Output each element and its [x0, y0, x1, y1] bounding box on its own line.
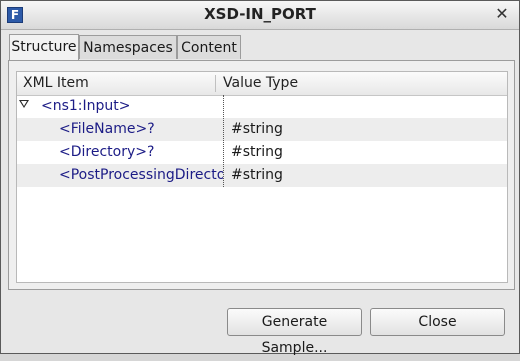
triangle-down-icon[interactable] [19, 100, 29, 108]
tree-row[interactable]: <ns1:Input> [17, 95, 507, 118]
column-divider [223, 95, 224, 187]
column-header-xml-item[interactable]: XML Item [23, 72, 89, 95]
tree-header: XML Item Value Type [17, 72, 507, 96]
tree-row[interactable]: <FileName>? #string [17, 118, 507, 141]
tree-item-label: <PostProcessingDirecto [59, 167, 223, 183]
tree-item-label: <ns1:Input> [41, 98, 131, 114]
tab-content[interactable]: Content [177, 35, 241, 59]
generate-sample-button[interactable]: Generate Sample... [227, 308, 362, 356]
structure-panel: XML Item Value Type <ns1:Input> <FileNam… [8, 60, 515, 290]
tree-row[interactable]: <PostProcessingDirecto #string [17, 164, 507, 187]
tree-row[interactable]: <Directory>? #string [17, 141, 507, 164]
value-type-label: #string [231, 167, 283, 183]
column-header-value-type[interactable]: Value Type [223, 72, 298, 95]
value-type-label: #string [231, 121, 283, 137]
xml-structure-tree[interactable]: XML Item Value Type <ns1:Input> <FileNam… [16, 71, 508, 283]
tree-item-label: <FileName>? [59, 121, 155, 137]
title-bar[interactable]: F XSD-IN_PORT ✕ [1, 1, 519, 30]
tree-item-label: <Directory>? [59, 144, 155, 160]
close-button[interactable]: Close [370, 308, 505, 336]
window-title: XSD-IN_PORT [204, 5, 316, 23]
column-separator[interactable] [215, 75, 216, 92]
tab-namespaces[interactable]: Namespaces [79, 35, 177, 59]
close-icon[interactable]: ✕ [493, 5, 511, 23]
value-type-label: #string [231, 144, 283, 160]
dialog-window: F XSD-IN_PORT ✕ Structure Namespaces Con… [0, 0, 520, 356]
tab-structure[interactable]: Structure [9, 34, 79, 61]
